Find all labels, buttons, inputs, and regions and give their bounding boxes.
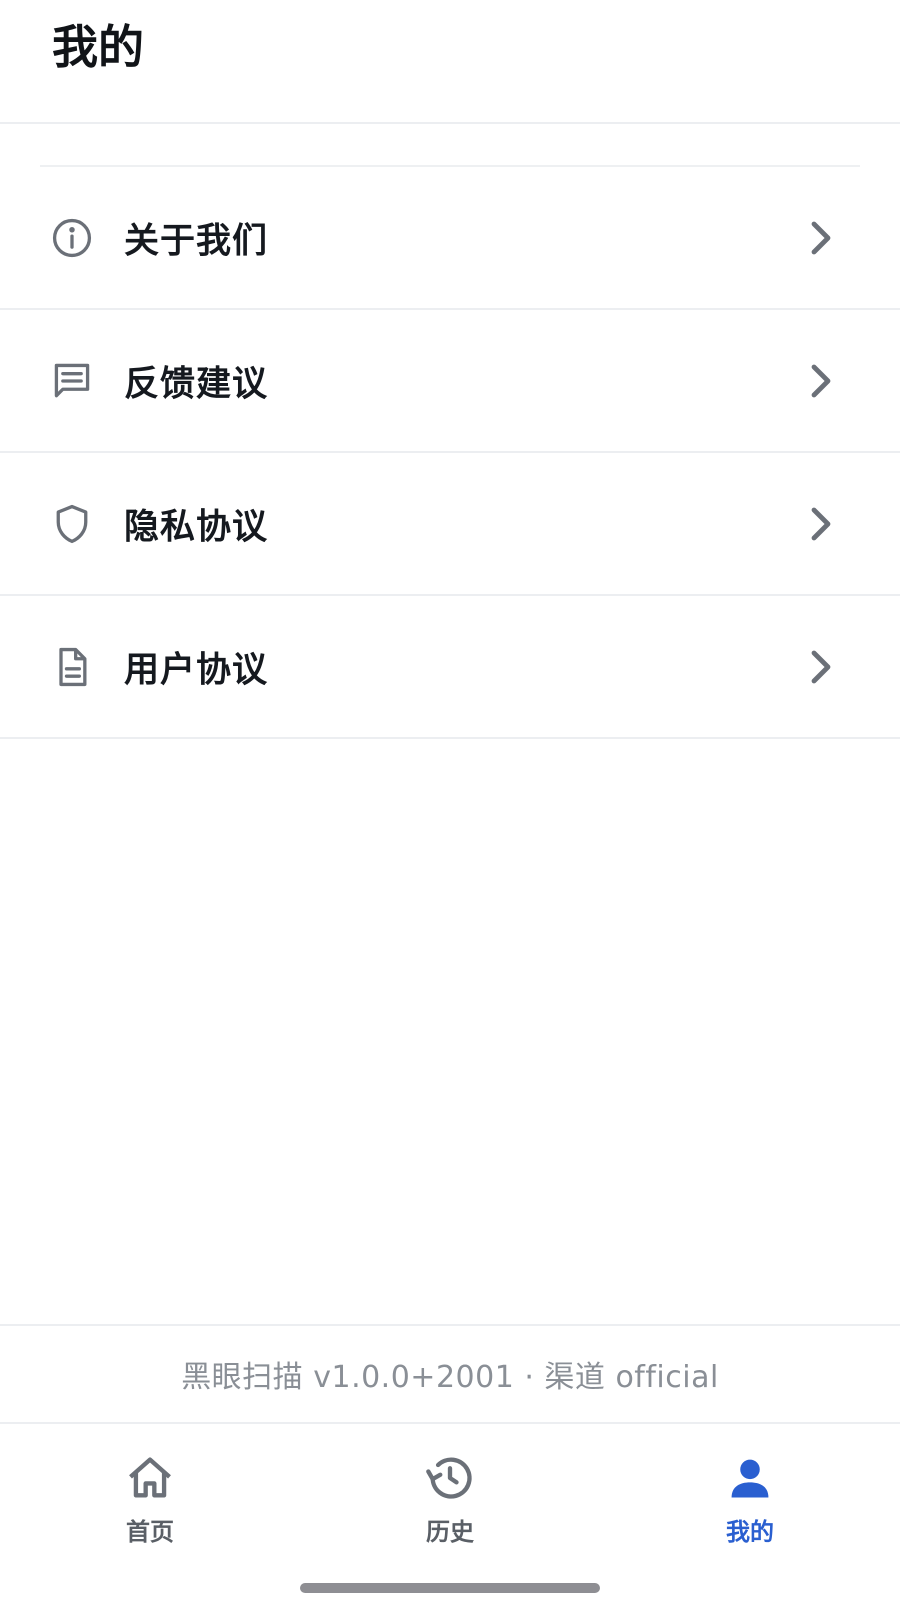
tab-label: 首页 (126, 1518, 174, 1546)
menu-item-about-us[interactable]: 关于我们 (0, 167, 900, 310)
version-info: 黑眼扫描 v1.0.0+2001 · 渠道 official (0, 1324, 900, 1424)
chevron-right-icon (806, 363, 834, 399)
menu-item-label: 用户协议 (124, 650, 269, 690)
message-icon (50, 359, 94, 403)
menu-item-feedback[interactable]: 反馈建议 (0, 310, 900, 453)
menu-item-label: 反馈建议 (124, 364, 269, 404)
chevron-right-icon (806, 220, 834, 256)
tab-home[interactable]: 首页 (0, 1426, 300, 1566)
tab-profile[interactable]: 我的 (600, 1426, 900, 1566)
menu-item-label: 关于我们 (124, 221, 269, 261)
person-icon (724, 1452, 776, 1504)
header: 我的 (0, 0, 900, 124)
tab-label: 我的 (726, 1518, 774, 1546)
home-indicator[interactable] (300, 1583, 600, 1593)
info-icon (50, 216, 94, 260)
tab-history[interactable]: 历史 (300, 1426, 600, 1566)
profile-page: 我的 关于我们 反馈建议 隐私协议 用户协议 黑眼扫描 v1.0.0+2001 … (0, 0, 900, 1600)
history-icon (424, 1452, 476, 1504)
bottom-tab-bar: 首页 历史 我的 (0, 1426, 900, 1566)
shield-icon (50, 502, 94, 546)
chevron-right-icon (806, 506, 834, 542)
menu-item-user-agreement[interactable]: 用户协议 (0, 596, 900, 739)
tab-label: 历史 (426, 1518, 474, 1546)
chevron-right-icon (806, 649, 834, 685)
document-icon (50, 645, 94, 689)
menu-item-label: 隐私协议 (124, 507, 269, 547)
menu-item-privacy-policy[interactable]: 隐私协议 (0, 453, 900, 596)
home-icon (124, 1452, 176, 1504)
page-title: 我的 (52, 20, 144, 74)
menu-list: 关于我们 反馈建议 隐私协议 用户协议 (0, 167, 900, 739)
